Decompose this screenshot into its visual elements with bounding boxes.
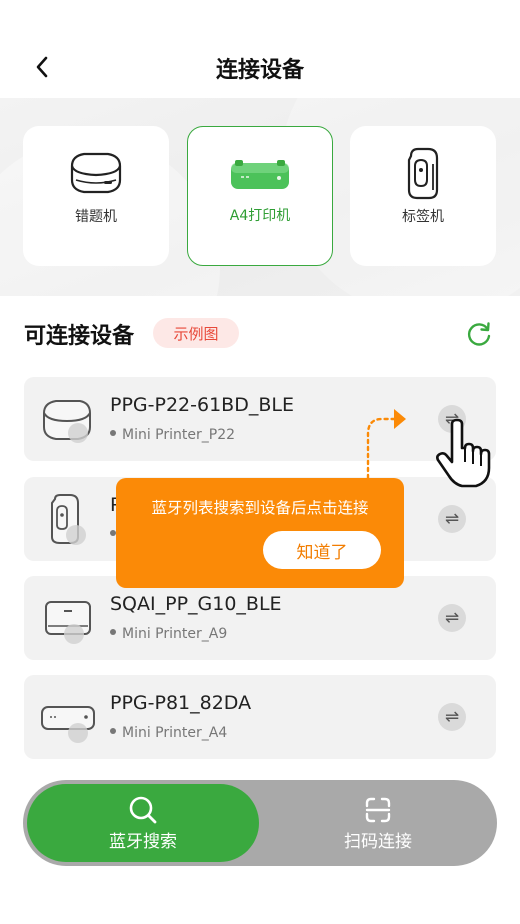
device-type-mistake-printer[interactable]: 错题机 (23, 126, 169, 266)
device-type-label-printer[interactable]: 标签机 (350, 126, 496, 266)
device-name: SQAI_PP_G10_BLE (110, 593, 282, 615)
bluetooth-search-button[interactable]: 蓝牙搜索 (27, 784, 259, 862)
connect-swap-icon: ⇌ (444, 707, 460, 727)
device-type-label: 错题机 (75, 209, 117, 225)
connect-button[interactable]: ⇌ (438, 505, 466, 533)
mistake-printer-icon (70, 152, 122, 194)
label-printer-icon (51, 494, 86, 545)
device-model: Mini Printer_A9 (110, 626, 227, 642)
device-name: PPG-P81_82DA (110, 692, 252, 714)
scan-connect-button[interactable]: 扫码连接 (263, 784, 493, 862)
device-model: Mini Printer_P22 (110, 427, 235, 443)
mini-printer-icon (43, 400, 91, 443)
tooltip-text: 蓝牙列表搜索到设备后点击连接 (151, 499, 369, 517)
refresh-icon (467, 322, 491, 346)
scan-icon (365, 797, 391, 822)
device-type-label: 标签机 (402, 209, 444, 225)
box-printer-icon (45, 601, 91, 644)
device-row[interactable]: PPG-P81_82DA Mini Printer_A4 ⇌ (24, 675, 496, 759)
guide-tooltip: 蓝牙列表搜索到设备后点击连接 知道了 (116, 478, 404, 588)
connect-mode-switch: 蓝牙搜索 扫码连接 (23, 780, 497, 866)
connect-swap-icon: ⇌ (444, 608, 460, 628)
hand-pointer-icon (436, 418, 491, 488)
a4-printer-icon (231, 160, 289, 189)
device-row[interactable]: SQAI_PP_G10_BLE Mini Printer_A9 ⇌ (24, 576, 496, 660)
device-type-label: A4打印机 (229, 208, 291, 224)
connect-button[interactable]: ⇌ (438, 703, 466, 731)
device-type-a4-printer[interactable]: A4打印机 (187, 126, 333, 266)
got-it-button[interactable]: 知道了 (263, 531, 381, 569)
connect-swap-icon: ⇌ (444, 509, 460, 529)
search-icon (129, 796, 157, 823)
device-name: PPG-P22-61BD_BLE (110, 394, 294, 416)
sample-badge: 示例图 (153, 318, 239, 348)
bluetooth-search-label: 蓝牙搜索 (109, 831, 177, 852)
refresh-button[interactable] (465, 320, 493, 348)
page-title: 连接设备 (215, 58, 304, 83)
label-printer-icon (407, 147, 439, 200)
available-devices-title: 可连接设备 (24, 324, 135, 349)
connect-button[interactable]: ⇌ (438, 604, 466, 632)
scan-connect-label: 扫码连接 (344, 831, 412, 852)
device-model: Mini Printer_A4 (110, 725, 227, 741)
a4-printer-icon (41, 706, 95, 743)
guide-arrow-icon (366, 409, 406, 480)
device-row[interactable]: PPG-P22-61BD_BLE Mini Printer_P22 ⇌ (24, 377, 496, 461)
